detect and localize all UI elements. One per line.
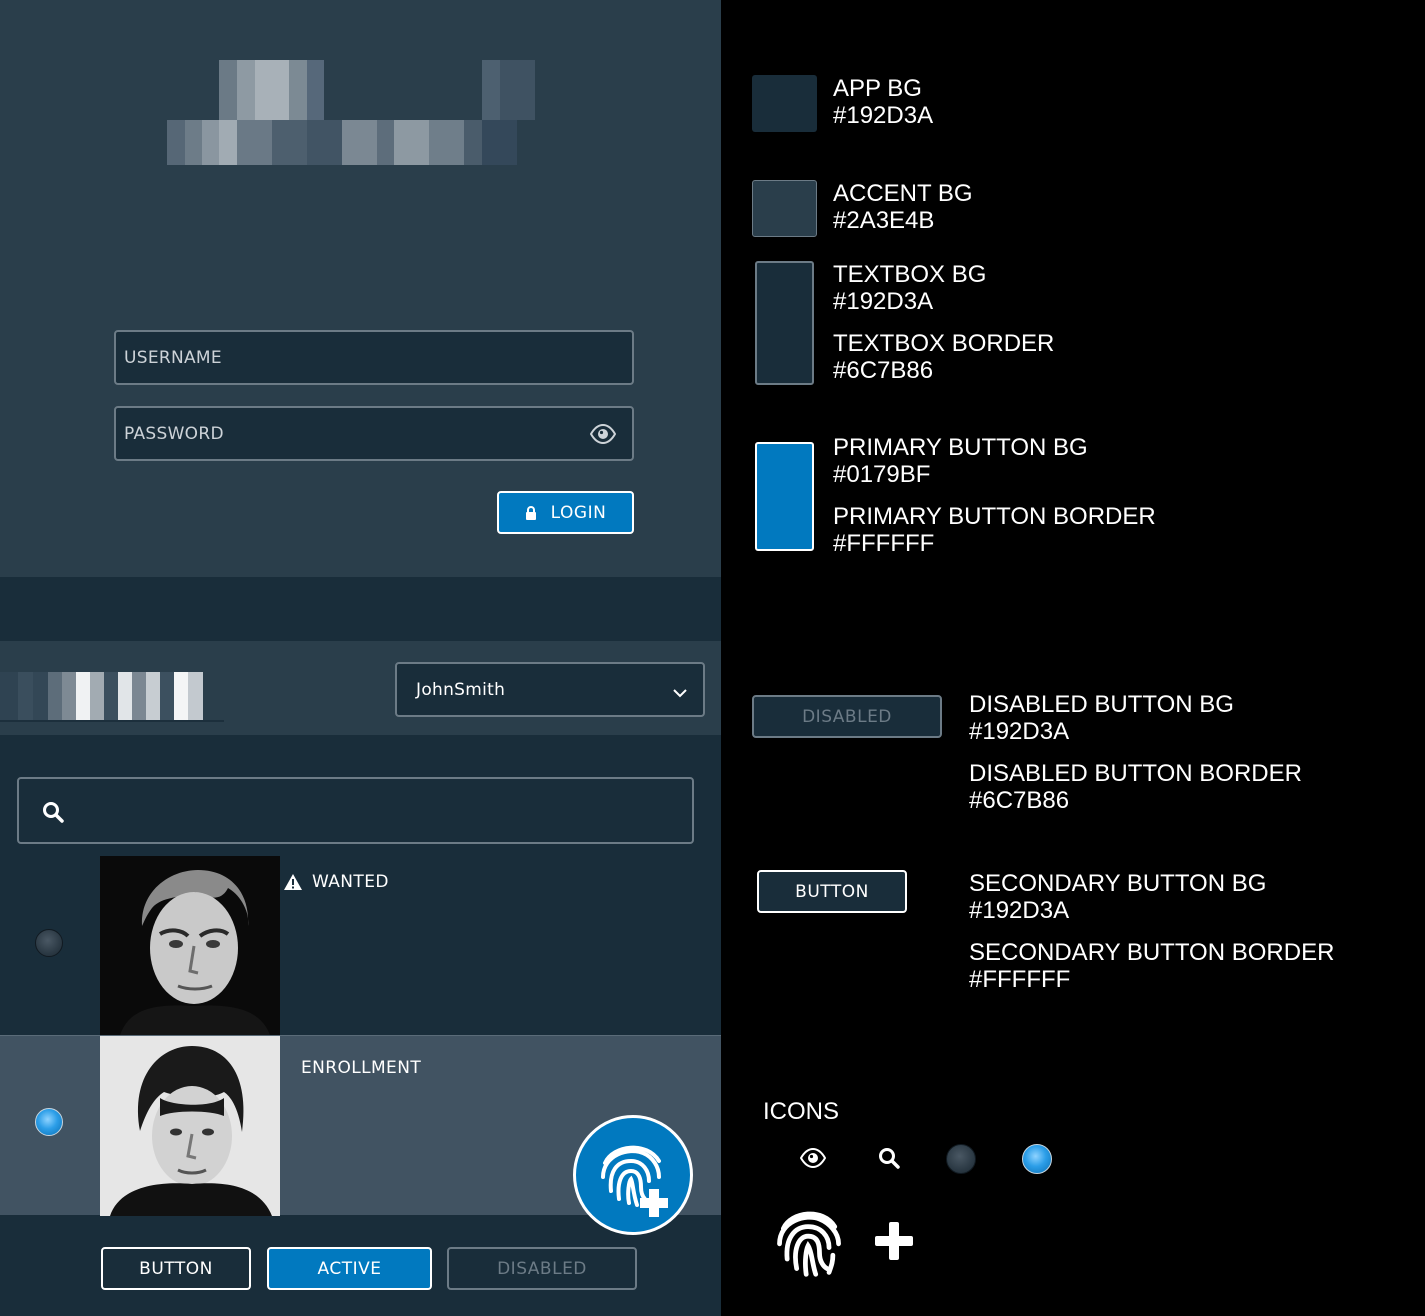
legend-hex: #192D3A	[833, 102, 934, 129]
legend-accent-bg: ACCENT BG #2A3E4B	[833, 180, 973, 234]
legend-label: TEXTBOX BG	[833, 261, 987, 288]
login-panel: USERNAME PASSWORD LOGIN	[0, 0, 721, 577]
login-button[interactable]: LOGIN	[497, 491, 634, 534]
legend-textbox-bg: TEXTBOX BG #192D3A	[833, 261, 986, 315]
lock-icon	[525, 505, 537, 520]
legend-textbox-border: TEXTBOX BORDER #6C7B86	[833, 330, 1054, 384]
active-button-label: ACTIVE	[317, 1258, 382, 1279]
search-icon	[42, 801, 64, 828]
legend-hex: #0179BF	[833, 461, 931, 488]
enroll-fingerprint-button[interactable]	[573, 1115, 693, 1235]
legend-label: TEXTBOX BORDER	[833, 330, 1055, 357]
legend-label: SECONDARY BUTTON BG	[969, 870, 1267, 897]
person-photo	[100, 1036, 280, 1216]
person-photo	[100, 856, 280, 1035]
secondary-button-label: BUTTON	[139, 1258, 213, 1279]
legend-hex: #6C7B86	[969, 787, 1070, 814]
swatch-app-bg	[752, 75, 817, 132]
legend-label: APP BG	[833, 75, 922, 102]
fingerprint-plus-icon	[601, 1145, 668, 1217]
legend-hex: #6C7B86	[833, 357, 934, 384]
legend-primary-bg: PRIMARY BUTTON BG #0179BF	[833, 434, 1088, 488]
icons-title: ICONS	[763, 1098, 840, 1125]
section-divider	[0, 577, 721, 641]
search-input[interactable]	[17, 777, 694, 844]
secondary-button[interactable]: BUTTON	[101, 1247, 251, 1290]
legend-label: PRIMARY BUTTON BG	[833, 434, 1088, 461]
radio-button[interactable]	[35, 929, 63, 957]
legend-hex: #FFFFFF	[969, 966, 1071, 993]
records-area: WANTED ENROLLMENT BUTTON ACTIVE DISABLED	[0, 735, 721, 1316]
user-select[interactable]: JohnSmith	[395, 662, 705, 717]
plus-icon	[875, 1222, 913, 1264]
legend-label: DISABLED BUTTON BORDER	[969, 760, 1302, 787]
style-legend: APP BG #192D3A ACCENT BG #2A3E4B TEXTBOX…	[721, 0, 1425, 1316]
legend-app-bg: APP BG #192D3A	[833, 75, 933, 129]
radio-off-icon	[946, 1144, 976, 1174]
user-select-value: JohnSmith	[416, 679, 506, 700]
legend-hex: #192D3A	[969, 718, 1070, 745]
legend-label: ACCENT BG	[833, 180, 973, 207]
legend-disabled-bg: DISABLED BUTTON BG #192D3A	[969, 691, 1234, 745]
legend-primary-border: PRIMARY BUTTON BORDER #FFFFFF	[833, 503, 1156, 557]
legend-secondary-bg: SECONDARY BUTTON BG #192D3A	[969, 870, 1266, 924]
app-header: JohnSmith	[0, 641, 721, 735]
search-icon	[878, 1147, 900, 1173]
legend-label: SECONDARY BUTTON BORDER	[969, 939, 1335, 966]
sample-secondary-label: BUTTON	[795, 881, 869, 902]
blurred-header-logo	[0, 672, 224, 722]
username-placeholder: USERNAME	[124, 347, 222, 368]
password-placeholder: PASSWORD	[124, 423, 224, 444]
chevron-down-icon	[673, 683, 687, 703]
active-button[interactable]: ACTIVE	[267, 1247, 432, 1290]
login-label: LOGIN	[550, 502, 607, 523]
username-input[interactable]: USERNAME	[114, 330, 634, 385]
record-tag-label: ENROLLMENT	[301, 1058, 422, 1078]
eye-icon[interactable]	[589, 423, 617, 449]
sample-disabled-button: DISABLED	[752, 695, 942, 738]
legend-hex: #FFFFFF	[833, 530, 935, 557]
legend-secondary-border: SECONDARY BUTTON BORDER #FFFFFF	[969, 939, 1334, 993]
legend-hex: #2A3E4B	[833, 207, 935, 234]
legend-label: PRIMARY BUTTON BORDER	[833, 503, 1156, 530]
blurred-logo	[167, 60, 537, 165]
warning-icon	[284, 874, 302, 890]
eye-icon	[799, 1147, 827, 1172]
legend-disabled-border: DISABLED BUTTON BORDER #6C7B86	[969, 760, 1302, 814]
record-row[interactable]: WANTED	[0, 856, 721, 1035]
sample-disabled-label: DISABLED	[802, 706, 892, 727]
fingerprint-icon	[770, 1200, 850, 1284]
record-tag-label: WANTED	[312, 872, 389, 892]
disabled-button-label: DISABLED	[497, 1258, 587, 1279]
legend-label: DISABLED BUTTON BG	[969, 691, 1234, 718]
swatch-primary-button	[755, 442, 814, 551]
disabled-button: DISABLED	[447, 1247, 637, 1290]
password-input[interactable]: PASSWORD	[114, 406, 634, 461]
swatch-textbox	[755, 261, 814, 385]
legend-hex: #192D3A	[969, 897, 1070, 924]
radio-button[interactable]	[35, 1108, 63, 1136]
legend-hex: #192D3A	[833, 288, 934, 315]
swatch-accent-bg	[752, 180, 817, 237]
sample-secondary-button: BUTTON	[757, 870, 907, 913]
record-tag: WANTED	[284, 872, 389, 892]
radio-on-icon	[1022, 1144, 1052, 1174]
